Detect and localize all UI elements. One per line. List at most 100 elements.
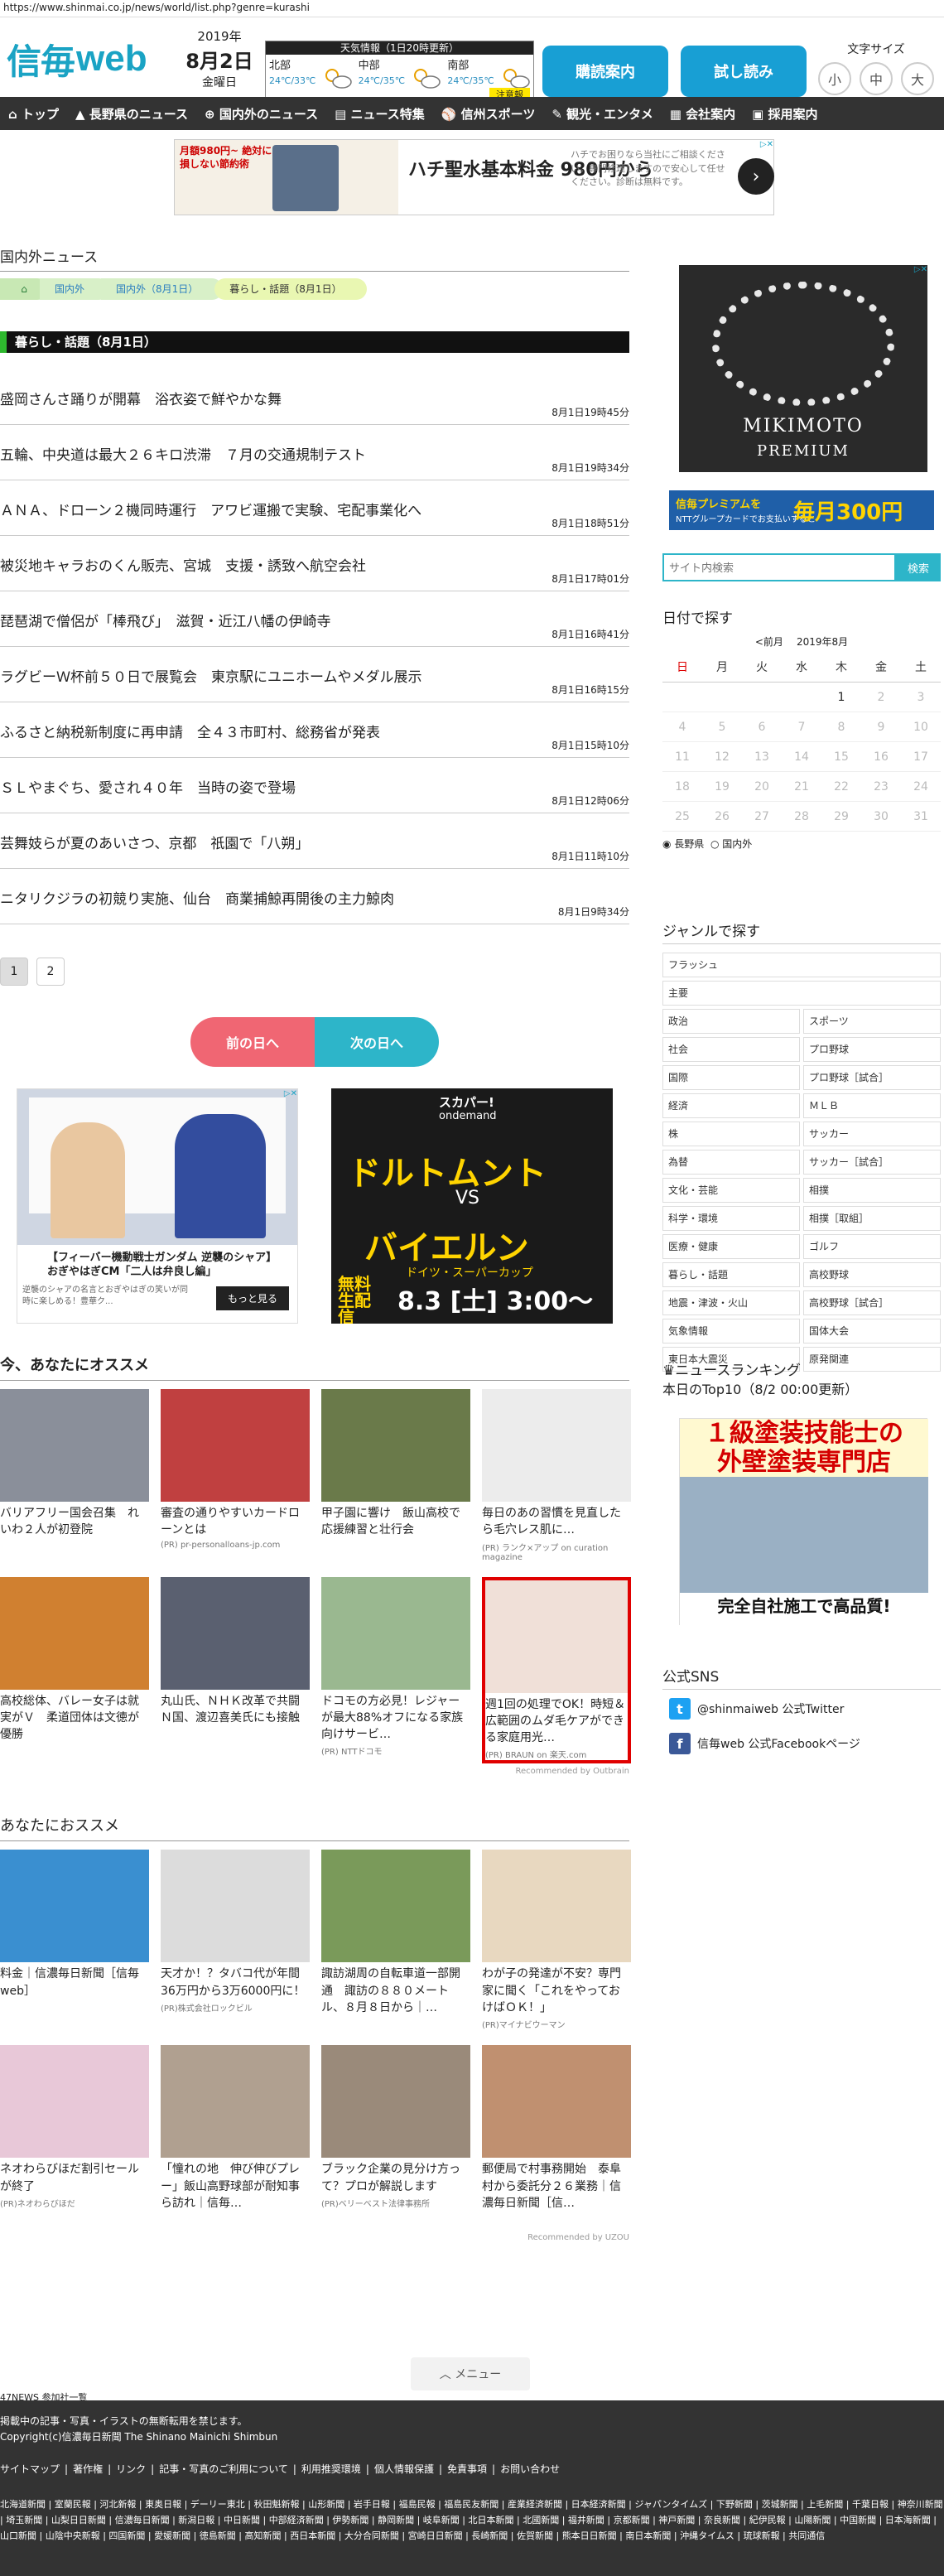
recommend-card[interactable]: 高校総体、バレー女子は就実がＶ 柔道団体は文徳が優勝: [0, 1576, 149, 1764]
genre-item[interactable]: 政治: [662, 1009, 800, 1034]
weather-panel[interactable]: 天気情報（1日20時更新） 北部 24℃/33℃ 中部 24℃/35℃ 南部 2…: [265, 41, 534, 104]
genre-item[interactable]: サッカー［試合］: [803, 1150, 941, 1175]
font-size-small-button[interactable]: 小: [818, 62, 851, 95]
page-button[interactable]: 1: [0, 958, 28, 986]
news-item[interactable]: ＳＬやまぐち、愛され４０年 当時の姿で登場 8月1日12時06分: [0, 758, 629, 813]
genre-item[interactable]: ＭＬＢ: [803, 1093, 941, 1118]
genre-item[interactable]: 高校野球［試合］: [803, 1290, 941, 1315]
adchoices-icon[interactable]: ▷✕: [760, 140, 773, 149]
ad-skyperfect[interactable]: スカパー! ondemand ドルトムント VS バイエルン ドイツ・スーパーカ…: [331, 1088, 613, 1324]
nav-item-world[interactable]: ⊕ 国内外のニュース: [196, 105, 326, 123]
news-item[interactable]: 盛岡さんさ踊りが開幕 浴衣姿で鮮やかな舞 8月1日19時45分: [0, 369, 629, 425]
news-title[interactable]: ＳＬやまぐち、愛され４０年 当時の姿で登場: [0, 776, 296, 797]
genre-item[interactable]: プロ野球［試合］: [803, 1065, 941, 1090]
recommend-card-highlighted[interactable]: 週1回の処理でOK！時短＆広範囲のムダ毛ケアができる家庭用光… (PR) BRAU…: [482, 1576, 631, 1764]
genre-item[interactable]: 科学・環境: [662, 1206, 800, 1231]
genre-item[interactable]: 原発関連: [803, 1347, 941, 1372]
genre-item[interactable]: 気象情報: [662, 1319, 800, 1343]
news-title[interactable]: 五輪、中央道は最大２６キロ渋滞 ７月の交通規制テスト: [0, 443, 366, 464]
page-button[interactable]: 2: [36, 958, 65, 986]
genre-item[interactable]: ゴルフ: [803, 1234, 941, 1259]
genre-item[interactable]: サッカー: [803, 1122, 941, 1146]
recommend-card[interactable]: ブラック企業の見分け方って？プロが解説します (PR)ベリーベスト法律事務所: [321, 2045, 470, 2213]
top-ad-banner[interactable]: 月額980円~ 絶対に損しない節約術 ハチ聖水基本料金 980円から ハチでお困…: [174, 139, 774, 215]
genre-item[interactable]: 地震・津波・火山: [662, 1290, 800, 1315]
genre-item[interactable]: 為替: [662, 1150, 800, 1175]
footer-link[interactable]: 免責事項: [447, 2463, 487, 2475]
news-item[interactable]: 芸舞妓らが夏のあいさつ、京都 祇園で「八朔」 8月1日11時10分: [0, 813, 629, 869]
recommend-card[interactable]: 「憧れの地 伸び伸びプレー」飯山高野球部が耐知事ら訪れ｜信毎…: [161, 2045, 310, 2213]
genre-item[interactable]: 国体大会: [803, 1319, 941, 1343]
radio-nagano[interactable]: ◉ 長野県: [662, 838, 704, 850]
news-item[interactable]: 五輪、中央道は最大２６キロ渋滞 ７月の交通規制テスト 8月1日19時34分: [0, 425, 629, 480]
nav-item-tourism[interactable]: ✎ 観光・エンタメ: [543, 105, 661, 123]
uzou-credit[interactable]: Recommended by UZOU: [0, 2233, 629, 2242]
menu-button[interactable]: ︿ メニュー: [411, 2357, 530, 2390]
footer-link[interactable]: リンク: [116, 2463, 146, 2475]
recommend-card[interactable]: 丸山氏、ＮＨＫ改革で共闘 Ｎ国、渡辺喜美氏にも接触: [161, 1576, 311, 1764]
news-title[interactable]: 琵琶湖で僧侶が「棒飛び」 滋賀・近江八幡の伊崎寺: [0, 610, 331, 630]
facebook-link[interactable]: f 信毎web 公式Facebookページ: [669, 1733, 860, 1754]
ad-premium[interactable]: 信毎プレミアムを NTTグループカードでお支払いすると 毎月300円: [669, 490, 934, 530]
address-bar[interactable]: https://www.shinmai.co.jp/news/world/lis…: [0, 0, 944, 17]
ad-painting[interactable]: １級塗装技能士の 外壁塗装専門店 完全自社施工で高品質!: [679, 1418, 928, 1626]
nav-item-top[interactable]: ⌂ トップ: [0, 105, 67, 123]
font-size-medium-button[interactable]: 中: [860, 62, 893, 95]
member-papers[interactable]: 北海道新聞 | 室蘭民報 | 河北新報 | 東奥日報 | デーリー東北 | 秋田…: [0, 2496, 944, 2544]
news-title[interactable]: 被災地キャラおのくん販売、宮城 支援・誘致へ航空会社: [0, 554, 366, 575]
news-item[interactable]: 被災地キャラおのくん販売、宮城 支援・誘致へ航空会社 8月1日17時01分: [0, 536, 629, 591]
footer-link[interactable]: 著作権: [73, 2463, 103, 2475]
recommend-card[interactable]: 甲子園に響け 飯山高校で応援練習と壮行会: [321, 1389, 470, 1562]
adchoices-icon[interactable]: ▷✕: [284, 1089, 297, 1098]
nav-item-company[interactable]: ▦ 会社案内: [662, 105, 744, 123]
genre-item[interactable]: スポーツ: [803, 1009, 941, 1034]
radio-world[interactable]: ○ 国内外: [710, 838, 752, 850]
recommend-card[interactable]: 天才か！？タバコ代が年間36万円から3万6000円に！ (PR)株式会社ロックビル: [161, 1850, 310, 2030]
news-title[interactable]: ＡＮＡ、ドローン２機同時運行 アワビ運搬で実験、宅配事業化へ: [0, 499, 421, 519]
recommend-card[interactable]: わが子の発達が不安？専門家に聞く「これをやっておけばＯＫ！」 (PR)マイナビウー…: [482, 1850, 631, 2030]
more-button[interactable]: もっと見る: [215, 1286, 289, 1310]
prev-month-link[interactable]: <前月: [755, 636, 783, 648]
ad-pachinko[interactable]: 【フィーバー機動戦士ガンダム 逆襲のシャア】おぎやはぎCM「二人は弁良し編」 逆…: [17, 1088, 298, 1324]
news-title[interactable]: ラグビーＷ杯前５０日で展覧会 東京駅にユニホームやメダル展示: [0, 665, 422, 686]
recommend-card[interactable]: 料金｜信濃毎日新聞［信毎web］: [0, 1850, 149, 2030]
genre-item[interactable]: 医療・健康: [662, 1234, 800, 1259]
nav-item-sports[interactable]: ⚾ 信州スポーツ: [433, 105, 544, 123]
news-title[interactable]: 芸舞妓らが夏のあいさつ、京都 祇園で「八朔」: [0, 832, 309, 852]
footer-link[interactable]: お問い合わせ: [500, 2463, 560, 2475]
twitter-link[interactable]: t @shinmaiweb 公式Twitter: [669, 1698, 844, 1720]
subscribe-button[interactable]: 購読案内: [542, 46, 668, 97]
news-title[interactable]: ニタリクジラの初競り実施、仙台 商業捕鯨再開後の主力鯨肉: [0, 887, 394, 908]
news-item[interactable]: ＡＮＡ、ドローン２機同時運行 アワビ運搬で実験、宅配事業化へ 8月1日18時51分: [0, 480, 629, 536]
genre-item[interactable]: 相撲［取組］: [803, 1206, 941, 1231]
footer-link[interactable]: 個人情報保護: [374, 2463, 434, 2475]
ad-mikimoto[interactable]: MIKIMOTO PREMIUM ▷✕: [679, 265, 927, 472]
genre-item[interactable]: 主要: [662, 981, 941, 1006]
genre-item[interactable]: 株: [662, 1122, 800, 1146]
font-size-large-button[interactable]: 大: [901, 62, 934, 95]
prev-day-button[interactable]: 前の日へ: [190, 1017, 315, 1067]
recommend-card[interactable]: ドコモの方必見！レジャーが最大88%オフになる家族向けサービ… (PR) NTTド…: [321, 1576, 470, 1764]
news-item[interactable]: ラグビーＷ杯前５０日で展覧会 東京駅にユニホームやメダル展示 8月1日16時15分: [0, 647, 629, 702]
site-logo[interactable]: 信毎 web: [7, 34, 147, 84]
breadcrumb-item[interactable]: 国内外（8月1日）: [101, 278, 224, 300]
genre-item[interactable]: 相撲: [803, 1178, 941, 1203]
news-title[interactable]: ふるさと納税新制度に再申請 全４３市町村、総務省が発表: [0, 721, 380, 741]
search-button[interactable]: 検索: [896, 553, 941, 581]
news-item[interactable]: ニタリクジラの初競り実施、仙台 商業捕鯨再開後の主力鯨肉 8月1日9時34分: [0, 869, 629, 924]
nav-item-nagano[interactable]: ▲ 長野県のニュース: [67, 105, 196, 123]
chevron-right-icon[interactable]: ›: [738, 158, 774, 195]
recommend-card[interactable]: バリアフリー国会召集 れいわ２人が初登院: [0, 1389, 149, 1562]
footer-link[interactable]: サイトマップ: [0, 2463, 60, 2475]
adchoices-icon[interactable]: ▷✕: [914, 265, 927, 274]
calendar-day[interactable]: 1: [821, 683, 861, 712]
genre-item[interactable]: フラッシュ: [662, 953, 941, 977]
genre-item[interactable]: 社会: [662, 1037, 800, 1062]
genre-item[interactable]: 文化・芸能: [662, 1178, 800, 1203]
breadcrumb-item[interactable]: 国内外: [40, 278, 110, 300]
recommend-card[interactable]: 郵便局で村事務開始 泰阜 村から委託分２６業務｜信濃毎日新聞［信…: [482, 2045, 633, 2213]
genre-item[interactable]: 国際: [662, 1065, 800, 1090]
news-item[interactable]: ふるさと納税新制度に再申請 全４３市町村、総務省が発表 8月1日15時10分: [0, 702, 629, 758]
footer-link[interactable]: 利用推奨環境: [301, 2463, 361, 2475]
recommend-card[interactable]: 審査の通りやすいカードローンとは (PR) pr-personalloans-jp…: [161, 1389, 310, 1562]
